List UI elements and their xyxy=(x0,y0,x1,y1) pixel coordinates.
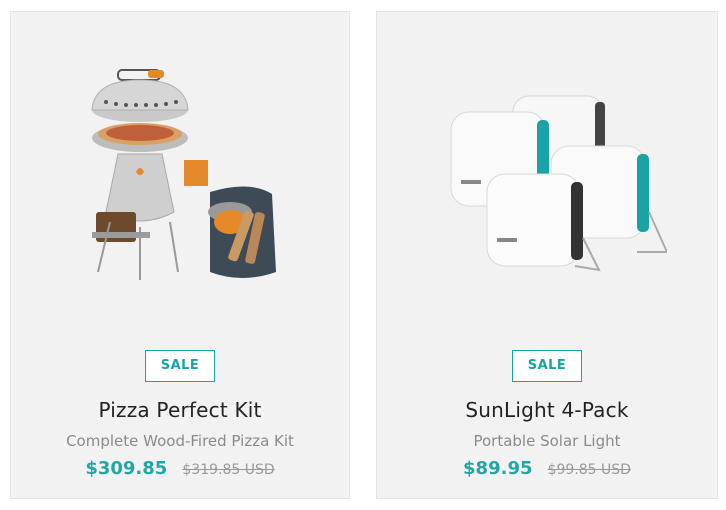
product-image-pizza-kit[interactable] xyxy=(11,62,349,322)
sale-price: $309.85 xyxy=(85,458,168,479)
price-row: $309.85 $319.85 USD xyxy=(11,458,349,479)
price-row: $89.95 $99.85 USD xyxy=(377,458,717,479)
product-title[interactable]: Pizza Perfect Kit xyxy=(11,398,349,422)
pizza-stove-kit-image xyxy=(91,69,276,280)
sale-badge: SALE xyxy=(512,350,582,382)
original-price: $99.85 USD xyxy=(547,462,631,478)
product-image-sunlight[interactable] xyxy=(377,62,717,322)
product-card-sunlight-4-pack[interactable]: SALE SunLight 4-Pack Portable Solar Ligh… xyxy=(376,11,718,499)
original-price: $319.85 USD xyxy=(182,462,275,478)
solar-lights-image xyxy=(450,95,667,272)
product-grid: SALE Pizza Perfect Kit Complete Wood-Fir… xyxy=(0,0,726,510)
product-subtitle: Portable Solar Light xyxy=(473,432,621,450)
sale-badge: SALE xyxy=(145,350,215,382)
product-subtitle: Complete Wood-Fired Pizza Kit xyxy=(66,432,294,450)
product-title[interactable]: SunLight 4-Pack xyxy=(377,398,717,422)
sale-price: $89.95 xyxy=(463,458,533,479)
product-card-pizza-perfect-kit[interactable]: SALE Pizza Perfect Kit Complete Wood-Fir… xyxy=(10,11,350,499)
